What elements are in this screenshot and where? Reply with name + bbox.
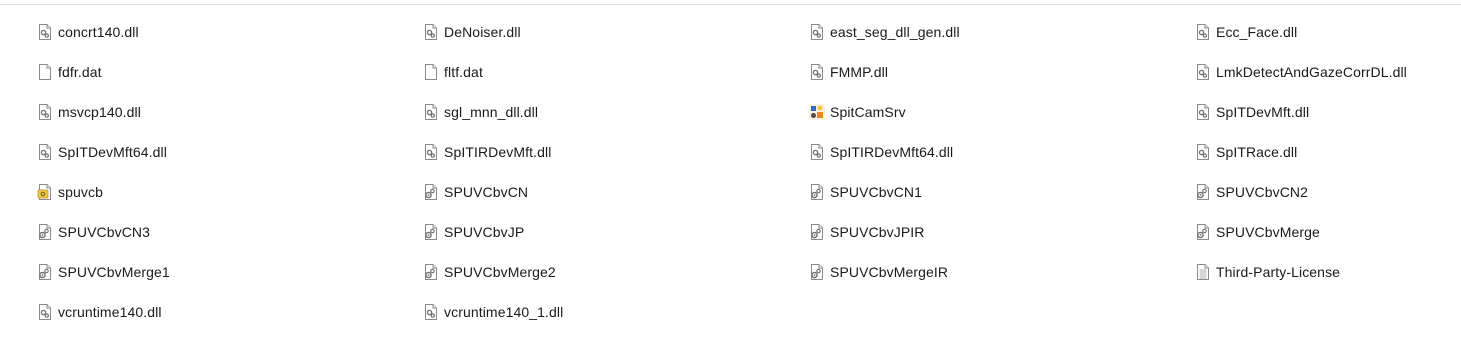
blank-file-icon: [422, 63, 440, 81]
file-name: SpITIRDevMft64.dll: [830, 144, 954, 160]
file-item[interactable]: spuvcb: [36, 180, 422, 204]
file-name: SpITDevMft.dll: [1216, 104, 1310, 120]
file-item[interactable]: fltf.dat: [422, 60, 808, 84]
file-name: SPUVCbvCN1: [830, 184, 923, 200]
file-item[interactable]: fdfr.dat: [36, 60, 422, 84]
file-name: LmkDetectAndGazeCorrDL.dll: [1216, 64, 1407, 80]
file-name: FMMP.dll: [830, 64, 889, 80]
config-settings-icon: [36, 263, 54, 281]
file-item[interactable]: SpITDevMft64.dll: [36, 140, 422, 164]
file-name: SPUVCbvCN3: [58, 224, 151, 240]
file-name: SPUVCbvMergeIR: [830, 264, 949, 280]
file-name: spuvcb: [58, 184, 103, 200]
dll-icon: [808, 63, 826, 81]
file-list-view: concrt140.dll DeNoiser.dll east_seg_dll_ge…: [36, 20, 1456, 340]
file-item[interactable]: SPUVCbvJP: [422, 220, 808, 244]
file-item[interactable]: SpITIRDevMft64.dll: [808, 140, 1194, 164]
file-item[interactable]: SPUVCbvJPIR: [808, 220, 1194, 244]
file-name: Ecc_Face.dll: [1216, 24, 1298, 40]
dll-icon: [422, 103, 440, 121]
blank-file-icon: [36, 63, 54, 81]
config-settings-icon: [1194, 183, 1212, 201]
file-name: SPUVCbvJP: [444, 224, 525, 240]
file-name: msvcp140.dll: [58, 104, 141, 120]
file-name: DeNoiser.dll: [444, 24, 521, 40]
dll-icon: [1194, 63, 1212, 81]
file-item[interactable]: SPUVCbvMerge2: [422, 260, 808, 284]
dll-icon: [1194, 143, 1212, 161]
dll-icon: [808, 23, 826, 41]
file-item[interactable]: DeNoiser.dll: [422, 20, 808, 44]
config-settings-icon: [808, 223, 826, 241]
file-name: SPUVCbvMerge1: [58, 264, 170, 280]
dll-icon: [808, 143, 826, 161]
file-item[interactable]: FMMP.dll: [808, 60, 1194, 84]
file-item[interactable]: vcruntime140_1.dll: [422, 300, 808, 324]
file-item[interactable]: SpITIRDevMft.dll: [422, 140, 808, 164]
file-item[interactable]: east_seg_dll_gen.dll: [808, 20, 1194, 44]
config-settings-icon: [422, 263, 440, 281]
config-settings-icon: [422, 223, 440, 241]
file-item[interactable]: msvcp140.dll: [36, 100, 422, 124]
file-item[interactable]: SpITDevMft.dll: [1194, 100, 1454, 124]
file-name: concrt140.dll: [58, 24, 139, 40]
text-document-icon: [1194, 263, 1212, 281]
file-item[interactable]: SpITRace.dll: [1194, 140, 1454, 164]
file-name: SpitCamSrv: [830, 104, 906, 120]
file-item[interactable]: SPUVCbvMerge: [1194, 220, 1454, 244]
dll-icon: [36, 103, 54, 121]
file-name: fdfr.dat: [58, 64, 102, 80]
config-settings-icon: [1194, 223, 1212, 241]
file-item[interactable]: LmkDetectAndGazeCorrDL.dll: [1194, 60, 1454, 84]
file-name: sgl_mnn_dll.dll: [444, 104, 539, 120]
setup-config-icon: [36, 183, 54, 201]
dll-icon: [36, 303, 54, 321]
config-settings-icon: [36, 223, 54, 241]
file-item[interactable]: Ecc_Face.dll: [1194, 20, 1454, 44]
dll-icon: [36, 23, 54, 41]
file-item[interactable]: SPUVCbvMergeIR: [808, 260, 1194, 284]
file-name: SpITIRDevMft.dll: [444, 144, 552, 160]
file-name: SPUVCbvCN: [444, 184, 529, 200]
top-divider: [0, 4, 1461, 5]
file-name: Third-Party-License: [1216, 264, 1341, 280]
app-exe-icon: [808, 103, 826, 121]
dll-icon: [422, 143, 440, 161]
dll-icon: [422, 23, 440, 41]
config-settings-icon: [422, 183, 440, 201]
file-item[interactable]: SPUVCbvCN3: [36, 220, 422, 244]
dll-icon: [36, 143, 54, 161]
file-item[interactable]: SPUVCbvCN2: [1194, 180, 1454, 204]
file-name: east_seg_dll_gen.dll: [830, 24, 960, 40]
file-item[interactable]: SpitCamSrv: [808, 100, 1194, 124]
file-name: SPUVCbvMerge2: [444, 264, 556, 280]
file-item[interactable]: Third-Party-License: [1194, 260, 1454, 284]
file-name: fltf.dat: [444, 64, 483, 80]
file-name: SpITRace.dll: [1216, 144, 1298, 160]
dll-icon: [422, 303, 440, 321]
file-name: vcruntime140.dll: [58, 304, 162, 320]
file-item[interactable]: sgl_mnn_dll.dll: [422, 100, 808, 124]
file-item[interactable]: SPUVCbvCN1: [808, 180, 1194, 204]
file-name: SPUVCbvMerge: [1216, 224, 1320, 240]
config-settings-icon: [808, 263, 826, 281]
file-item[interactable]: SPUVCbvMerge1: [36, 260, 422, 284]
dll-icon: [1194, 23, 1212, 41]
file-item[interactable]: SPUVCbvCN: [422, 180, 808, 204]
file-name: vcruntime140_1.dll: [444, 304, 564, 320]
file-name: SPUVCbvCN2: [1216, 184, 1309, 200]
file-item[interactable]: concrt140.dll: [36, 20, 422, 44]
file-item[interactable]: vcruntime140.dll: [36, 300, 422, 324]
config-settings-icon: [808, 183, 826, 201]
file-name: SpITDevMft64.dll: [58, 144, 167, 160]
dll-icon: [1194, 103, 1212, 121]
file-name: SPUVCbvJPIR: [830, 224, 925, 240]
